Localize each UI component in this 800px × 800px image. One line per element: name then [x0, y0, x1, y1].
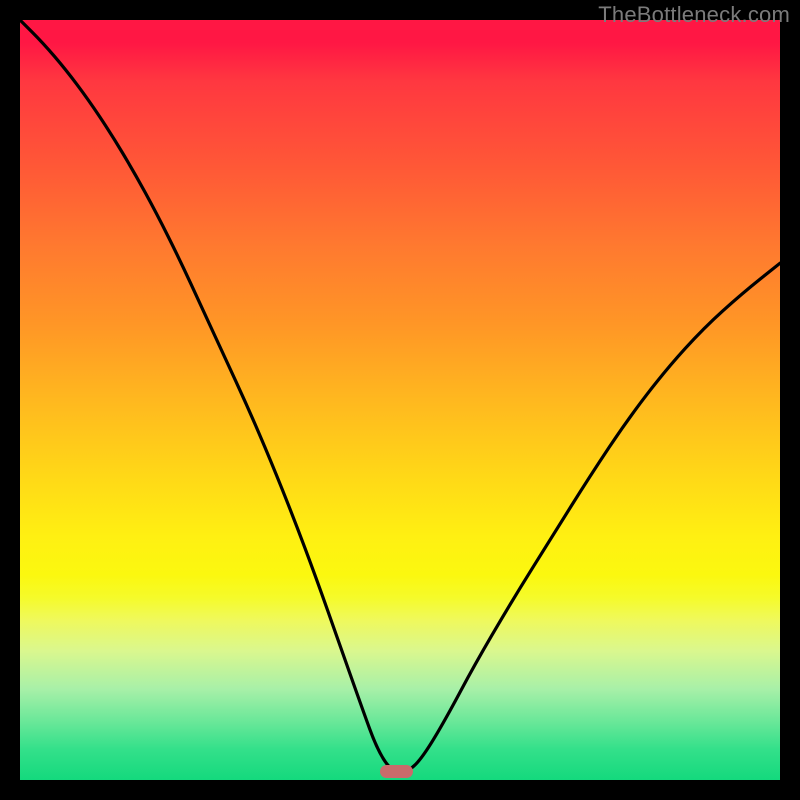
- gradient-background: [20, 20, 780, 780]
- min-marker: [380, 765, 413, 778]
- chart-container: TheBottleneck.com: [0, 0, 800, 800]
- watermark-text: TheBottleneck.com: [598, 2, 790, 28]
- plot-frame: [20, 20, 780, 780]
